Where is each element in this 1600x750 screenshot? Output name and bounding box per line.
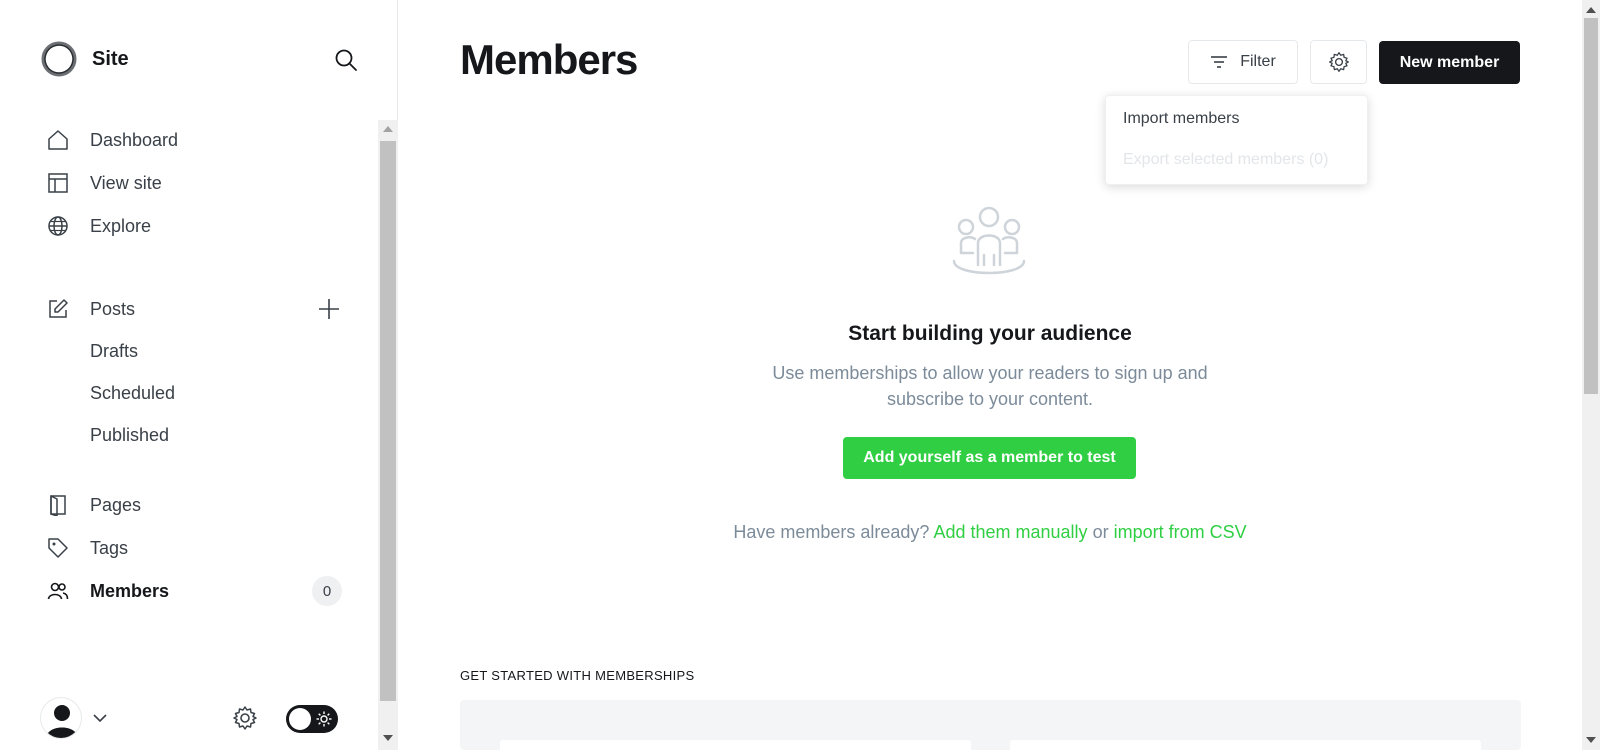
sidebar-item-label: View site	[90, 172, 162, 193]
sidebar-item-label: Members	[90, 580, 170, 601]
theme-toggle[interactable]	[286, 705, 338, 733]
scroll-down-icon[interactable]	[383, 735, 393, 741]
scroll-down-icon[interactable]	[1586, 737, 1596, 743]
filter-label: Filter	[1240, 53, 1276, 70]
user-avatar-icon	[46, 705, 78, 738]
sidebar-item-label: Pages	[90, 494, 142, 515]
members-icon	[46, 579, 70, 603]
get-started-card[interactable]	[500, 740, 971, 750]
get-started-heading: GET STARTED WITH MEMBERSHIPS	[460, 668, 695, 683]
page-title: Members	[460, 36, 638, 83]
layout-icon	[46, 171, 70, 195]
site-logo-icon	[41, 41, 77, 77]
empty-state-title: Start building your audience	[848, 322, 1132, 345]
filter-icon	[1211, 56, 1228, 68]
sidebar-item-pages[interactable]: Pages	[46, 490, 346, 520]
new-post-button[interactable]	[316, 296, 342, 322]
sidebar-item-published[interactable]: Published	[90, 420, 169, 450]
page-icon	[46, 493, 70, 517]
toggle-knob	[289, 708, 311, 730]
sidebar-item-drafts[interactable]: Drafts	[90, 336, 138, 366]
search-icon[interactable]	[332, 46, 360, 74]
empty-state-description: Use memberships to allow your readers to…	[772, 363, 1208, 409]
add-manually-link[interactable]: Add them manually	[933, 522, 1087, 542]
members-count-badge: 0	[312, 576, 342, 606]
gear-icon	[1328, 52, 1349, 72]
import-members-item[interactable]: Import members	[1123, 110, 1239, 128]
sidebar-item-explore[interactable]: Explore	[46, 211, 346, 241]
chevron-down-icon[interactable]	[92, 711, 108, 729]
sidebar-scrollbar-thumb[interactable]	[380, 141, 396, 701]
sidebar-item-scheduled[interactable]: Scheduled	[90, 378, 175, 408]
get-started-card[interactable]	[1010, 740, 1481, 750]
main-scrollbar-thumb[interactable]	[1584, 18, 1598, 394]
have-members-line: Have members already? Add them manually …	[640, 522, 1340, 543]
sidebar-item-view-site[interactable]: View site	[46, 168, 346, 198]
avatar[interactable]	[40, 697, 82, 739]
sun-icon	[316, 711, 332, 727]
tag-icon	[46, 536, 70, 560]
sidebar: Site Dashboard View site Explore Posts D…	[0, 0, 398, 750]
members-settings-button[interactable]	[1310, 40, 1367, 84]
sidebar-item-label: Tags	[90, 537, 129, 558]
import-csv-link[interactable]: import from CSV	[1114, 522, 1247, 542]
sidebar-item-label: Posts	[90, 298, 136, 319]
members-empty-icon	[952, 206, 1026, 275]
settings-gear-icon[interactable]	[232, 705, 258, 736]
home-icon	[46, 128, 70, 152]
sidebar-item-label: Dashboard	[90, 129, 179, 150]
plus-icon	[319, 299, 339, 319]
sidebar-item-members[interactable]: Members 0	[46, 576, 346, 606]
add-yourself-button[interactable]: Add yourself as a member to test	[843, 437, 1136, 479]
export-selected-members-item: Export selected members (0)	[1123, 151, 1329, 168]
new-member-button[interactable]: New member	[1379, 41, 1520, 84]
members-actions-dropdown: Import members Export selected members (…	[1105, 95, 1368, 185]
sidebar-item-tags[interactable]: Tags	[46, 533, 346, 563]
site-name: Site	[92, 47, 129, 70]
brand[interactable]: Site	[40, 40, 129, 78]
sidebar-item-dashboard[interactable]: Dashboard	[46, 125, 346, 155]
scroll-up-icon[interactable]	[1586, 7, 1596, 13]
globe-icon	[46, 214, 70, 238]
sidebar-item-posts[interactable]: Posts	[46, 294, 346, 324]
filter-button[interactable]: Filter	[1188, 40, 1298, 84]
or-text: or	[1092, 522, 1109, 542]
sidebar-item-label: Explore	[90, 215, 152, 236]
scroll-up-icon[interactable]	[383, 126, 393, 132]
edit-icon	[46, 297, 70, 321]
have-members-prefix: Have members already?	[733, 522, 930, 542]
